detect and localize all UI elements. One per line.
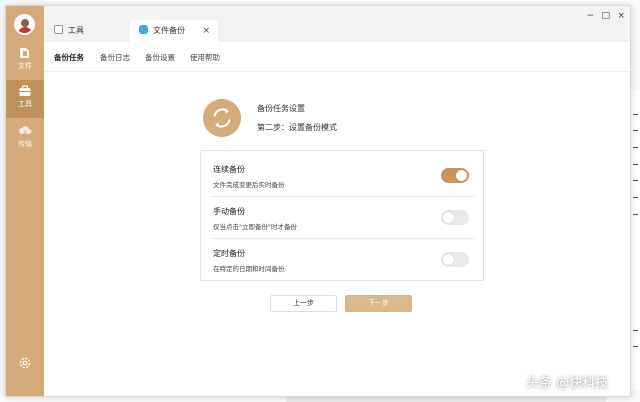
toolbox-icon [19, 85, 31, 96]
option-description: 仅当点击"立即备份"时才备份 [213, 223, 297, 231]
option-scheduled-backup[interactable]: 定时备份 在特定的日期和时间备份 [201, 238, 485, 280]
step-subtitle: 第二步：设置备份模式 [257, 123, 337, 132]
avatar[interactable] [14, 14, 35, 35]
subnav-backup-log[interactable]: 备份日志 [100, 52, 130, 63]
cloud-transfer-icon [19, 126, 32, 136]
option-manual-backup[interactable]: 手动备份 仅当点击"立即备份"时才备份 [201, 196, 485, 238]
sidebar-item-transfer[interactable]: 传输 [6, 120, 44, 158]
minimize-button[interactable]: − [586, 12, 594, 21]
gear-icon[interactable] [18, 356, 32, 370]
previous-step-button[interactable]: 上一步 [270, 295, 337, 312]
sidebar-item-label: 工具 [18, 100, 32, 108]
close-window-button[interactable]: × [617, 12, 625, 21]
sync-icon [203, 99, 241, 137]
option-description: 在特定的日期和时间备份 [213, 265, 285, 273]
option-title: 连续备份 [213, 165, 245, 174]
tab-label: 工具 [68, 26, 84, 35]
subnav-help[interactable]: 使用帮助 [190, 52, 220, 63]
option-title: 定时备份 [213, 249, 245, 258]
sidebar-item-label: 文件 [18, 62, 32, 70]
folder-icon [20, 48, 29, 58]
background-window-edge [630, 90, 640, 390]
page-title: 备份任务设置 [257, 104, 305, 113]
option-description: 文件完成变更后实时备份 [213, 181, 285, 189]
watermark: 头条 @快科技 [526, 376, 609, 391]
sidebar-item-files[interactable]: 文件 [6, 42, 44, 80]
tab-tools[interactable]: 工具 [54, 20, 134, 42]
subnav-backup-settings[interactable]: 备份设置 [145, 52, 175, 63]
subnav-backup-tasks[interactable]: 备份任务 [54, 52, 84, 63]
tab-label: 文件备份 [153, 26, 185, 35]
backup-mode-panel: 连续备份 文件完成变更后实时备份 手动备份 仅当点击"立即备份"时才备份 定时备… [200, 150, 484, 281]
maximize-button[interactable]: □ [601, 12, 610, 21]
option-title: 手动备份 [213, 207, 245, 216]
manual-backup-toggle[interactable] [441, 210, 469, 225]
tool-tab-icon [54, 25, 63, 34]
app-window: 文件 工具 传输 工具 文件备份 × − □ × 备份任务 备份日志 备份设置 … [5, 5, 631, 397]
sidebar-item-label: 传输 [18, 140, 32, 148]
tab-file-backup[interactable]: 文件备份 × [130, 20, 218, 42]
option-continuous-backup[interactable]: 连续备份 文件完成变更后实时备份 [201, 154, 485, 196]
sidebar-item-tools[interactable]: 工具 [6, 80, 44, 118]
sidebar: 文件 工具 传输 [6, 6, 44, 396]
scheduled-backup-toggle[interactable] [441, 252, 469, 267]
sub-navigation: 备份任务 备份日志 备份设置 使用帮助 [44, 42, 630, 72]
tab-bar: 工具 文件备份 × − □ × [44, 6, 630, 42]
close-tab-icon[interactable]: × [202, 20, 210, 42]
continuous-backup-toggle[interactable] [441, 168, 469, 183]
next-step-button[interactable]: 下一步 [345, 295, 412, 312]
backup-tab-icon [139, 25, 148, 34]
